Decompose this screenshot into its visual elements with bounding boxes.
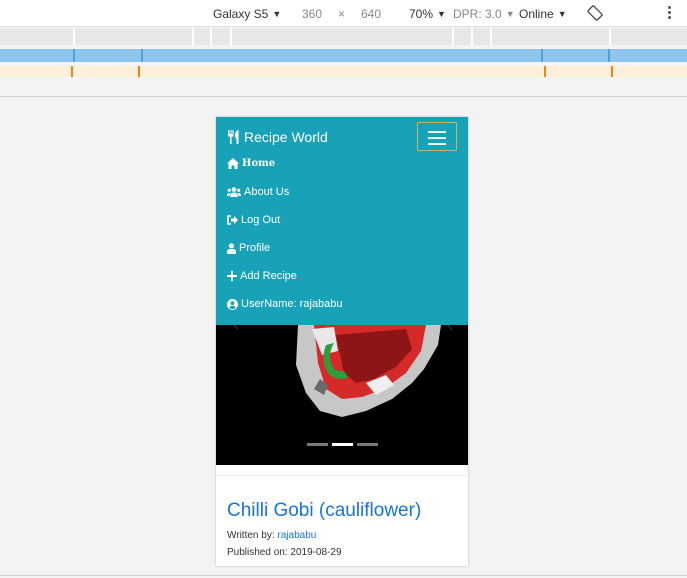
chevron-down-icon: ▼ — [505, 9, 515, 19]
users-icon — [227, 187, 241, 197]
plus-icon — [227, 271, 237, 281]
utensils-icon — [228, 130, 239, 144]
author-link[interactable]: rajababu — [277, 530, 316, 541]
nav-label: UserName: rajababu — [241, 298, 343, 310]
media-query-bar-min-max-width[interactable] — [0, 49, 687, 62]
rotate-icon[interactable] — [587, 5, 603, 21]
dpr-select[interactable]: DPR: 3.0 ▼ — [453, 7, 515, 21]
card-divider — [216, 475, 468, 476]
nav-username: UserName: rajababu — [227, 298, 343, 310]
navbar-toggler-button[interactable] — [417, 122, 457, 151]
nav-label: Add Recipe — [240, 270, 297, 282]
nav-label: About Us — [244, 186, 290, 198]
home-icon — [227, 158, 239, 169]
height-input[interactable]: 640 — [361, 7, 381, 21]
device-viewport: Recipe World Home About Us Log Out Profi… — [216, 117, 468, 566]
more-options-icon[interactable] — [664, 6, 674, 22]
media-query-bar-max-width[interactable] — [0, 28, 687, 45]
user-icon — [227, 242, 236, 254]
zoom-select[interactable]: 70% ▼ — [409, 7, 446, 21]
nav-label: Profile — [239, 242, 271, 254]
dpr-value: DPR: 3.0 — [453, 7, 502, 21]
chevron-down-icon: ▼ — [437, 9, 446, 19]
ruler-divider — [0, 96, 687, 97]
carousel-indicator[interactable] — [357, 443, 378, 446]
dimension-separator: × — [338, 7, 346, 21]
network-value: Online — [519, 7, 554, 21]
recipe-carousel[interactable] — [216, 325, 468, 465]
published-date: 2019-08-29 — [290, 547, 342, 558]
width-input[interactable]: 360 — [302, 7, 322, 21]
nav-label: Home — [242, 158, 276, 169]
navbar-brand[interactable]: Recipe World — [227, 129, 328, 145]
carousel-indicator-active[interactable] — [332, 443, 353, 446]
nav-link-add-recipe[interactable]: Add Recipe — [227, 270, 297, 282]
device-name: Galaxy S5 — [213, 7, 269, 21]
devtools-device-toolbar: Galaxy S5 ▼ 360 × 640 70% ▼ DPR: 3.0 ▼ Onli… — [0, 0, 687, 27]
navbar: Recipe World Home About Us Log Out Profi… — [216, 117, 468, 325]
device-select[interactable]: Galaxy S5 ▼ — [213, 7, 281, 21]
nav-link-about-us[interactable]: About Us — [227, 186, 289, 198]
nav-label: Log Out — [241, 214, 281, 226]
zoom-value: 70% — [409, 7, 434, 21]
brand-name: Recipe World — [244, 129, 328, 145]
carousel-indicator[interactable] — [307, 443, 328, 446]
nav-link-home[interactable]: Home — [227, 158, 275, 169]
written-by-label: Written by: — [227, 530, 278, 541]
nav-link-profile[interactable]: Profile — [227, 242, 270, 254]
chevron-down-icon: ▼ — [557, 9, 567, 19]
network-throttle-select[interactable]: Online ▼ — [519, 7, 567, 21]
recipe-title[interactable]: Chilli Gobi (cauliflower) — [227, 500, 421, 522]
nav-link-log-out[interactable]: Log Out — [227, 214, 280, 226]
sign-out-icon — [227, 215, 238, 225]
recipe-author-line: Written by: rajababu — [227, 530, 316, 541]
user-circle-icon — [227, 298, 238, 310]
media-query-bar-min-width[interactable] — [0, 66, 687, 77]
recipe-published-line: Published on: 2019-08-29 — [227, 547, 342, 558]
viewport-bottom-divider — [0, 575, 687, 576]
chevron-down-icon: ▼ — [272, 9, 282, 19]
published-label: Published on: — [227, 547, 291, 558]
